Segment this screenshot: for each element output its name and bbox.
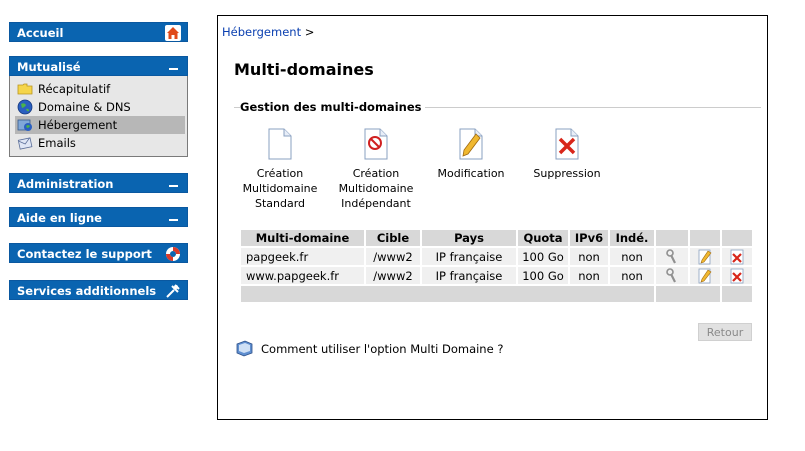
hosting-icon — [17, 117, 33, 133]
document-forbidden-icon — [363, 128, 389, 160]
sidebar-accueil[interactable]: Accueil — [9, 22, 188, 42]
suppression-button[interactable]: Suppression — [522, 128, 612, 181]
row-wrench-button[interactable] — [656, 267, 688, 284]
delete-icon — [554, 128, 580, 160]
delete-icon — [729, 249, 745, 265]
sidebar-administration[interactable]: Administration — [9, 173, 188, 193]
action-label-line1: Modification — [437, 167, 505, 180]
row-wrench-button[interactable] — [656, 248, 688, 265]
sidebar-administration-label: Administration — [17, 177, 114, 191]
delete-icon — [729, 268, 745, 284]
row-edit-button[interactable] — [690, 248, 720, 265]
column-header-empty — [722, 230, 752, 246]
cell-pays: IP française — [422, 248, 516, 265]
cell-ipv6: non — [570, 248, 608, 265]
help-book-icon — [236, 340, 253, 357]
tools-icon — [165, 283, 181, 299]
sidebar-services-label: Services additionnels — [17, 284, 157, 298]
sidebar-item-label: Domaine & DNS — [38, 100, 131, 114]
cell-inde: non — [610, 267, 654, 284]
column-header: Indé. — [610, 230, 654, 246]
collapse-icon[interactable] — [165, 59, 181, 75]
action-label-line3: Standard — [254, 197, 306, 210]
main-panel: Hébergement > Multi-domaines Gestion des… — [217, 15, 768, 420]
sidebar-aide-label: Aide en ligne — [17, 211, 102, 225]
cell-quota: 100 Go — [518, 267, 568, 284]
globe-icon — [17, 99, 33, 115]
sidebar-mutualise: Mutualisé Récapitulatif Domaine & DNS Hé… — [9, 56, 188, 157]
sidebar-mutualise-label: Mutualisé — [17, 60, 81, 74]
wrench-icon — [664, 248, 680, 265]
row-delete-button[interactable] — [722, 248, 752, 265]
sidebar-item-hebergement[interactable]: Hébergement — [15, 116, 185, 134]
multidomain-table: Multi-domaine Cible Pays Quota IPv6 Indé… — [239, 228, 754, 304]
breadcrumb-hebergement-link[interactable]: Hébergement — [222, 25, 301, 39]
sidebar-support[interactable]: Contactez le support — [9, 243, 188, 263]
action-label-line2: Multidomaine — [338, 182, 414, 195]
column-header: Pays — [422, 230, 516, 246]
sidebar-item-recapitulatif[interactable]: Récapitulatif — [15, 80, 185, 98]
sidebar-services[interactable]: Services additionnels — [9, 280, 188, 300]
row-delete-button[interactable] — [722, 267, 752, 284]
cell-pays: IP française — [422, 267, 516, 284]
wrench-icon — [664, 267, 680, 284]
modification-button[interactable]: Modification — [430, 128, 512, 181]
collapse-icon[interactable] — [165, 210, 181, 226]
collapse-icon[interactable] — [165, 176, 181, 192]
action-label-line1: Suppression — [533, 167, 601, 180]
edit-icon — [697, 249, 713, 265]
column-header: Multi-domaine — [241, 230, 364, 246]
sidebar-item-emails[interactable]: Emails — [15, 134, 185, 152]
help-link[interactable]: Comment utiliser l'option Multi Domaine … — [236, 340, 503, 357]
action-label-line2: Multidomaine — [242, 182, 318, 195]
document-icon — [267, 128, 293, 160]
create-standard-button[interactable]: Création Multidomaine Standard — [234, 128, 326, 211]
table-row: www.papgeek.fr /www2 IP française 100 Go… — [241, 267, 752, 284]
column-header-empty — [656, 230, 688, 246]
cell-domain: papgeek.fr — [241, 248, 364, 265]
cell-cible: /www2 — [366, 267, 420, 284]
home-icon — [165, 25, 181, 41]
sidebar-mutualise-header[interactable]: Mutualisé — [9, 56, 188, 76]
sidebar-item-label: Emails — [38, 136, 76, 150]
cell-inde: non — [610, 248, 654, 265]
cell-quota: 100 Go — [518, 248, 568, 265]
folder-icon — [17, 81, 33, 97]
action-label-line1: Création — [256, 167, 304, 180]
cell-domain: www.papgeek.fr — [241, 267, 364, 284]
cell-cible: /www2 — [366, 248, 420, 265]
row-edit-button[interactable] — [690, 267, 720, 284]
create-independent-button[interactable]: Création Multidomaine Indépendant — [330, 128, 422, 211]
breadcrumb-separator: > — [304, 25, 315, 39]
breadcrumb: Hébergement > — [222, 25, 314, 39]
lifebuoy-icon — [165, 246, 181, 262]
sidebar-support-label: Contactez le support — [17, 247, 152, 261]
action-label-line3: Indépendant — [341, 197, 411, 210]
sidebar-aide[interactable]: Aide en ligne — [9, 207, 188, 227]
retour-button[interactable]: Retour — [698, 323, 752, 341]
column-header: Cible — [366, 230, 420, 246]
column-header: IPv6 — [570, 230, 608, 246]
sidebar-accueil-label: Accueil — [17, 26, 64, 40]
sidebar-item-label: Hébergement — [38, 118, 118, 132]
column-header: Quota — [518, 230, 568, 246]
section-title: Gestion des multi-domaines — [240, 100, 426, 114]
cell-ipv6: non — [570, 267, 608, 284]
help-link-label: Comment utiliser l'option Multi Domaine … — [261, 341, 504, 356]
sidebar-item-domaine-dns[interactable]: Domaine & DNS — [15, 98, 185, 116]
page-title: Multi-domaines — [234, 60, 374, 79]
sidebar-item-label: Récapitulatif — [38, 82, 111, 96]
column-header-empty — [690, 230, 720, 246]
email-icon — [17, 135, 33, 151]
edit-icon — [458, 128, 484, 160]
table-footer-row — [241, 286, 752, 302]
action-label-line1: Création — [352, 167, 400, 180]
edit-icon — [697, 268, 713, 284]
table-row: papgeek.fr /www2 IP française 100 Go non… — [241, 248, 752, 265]
